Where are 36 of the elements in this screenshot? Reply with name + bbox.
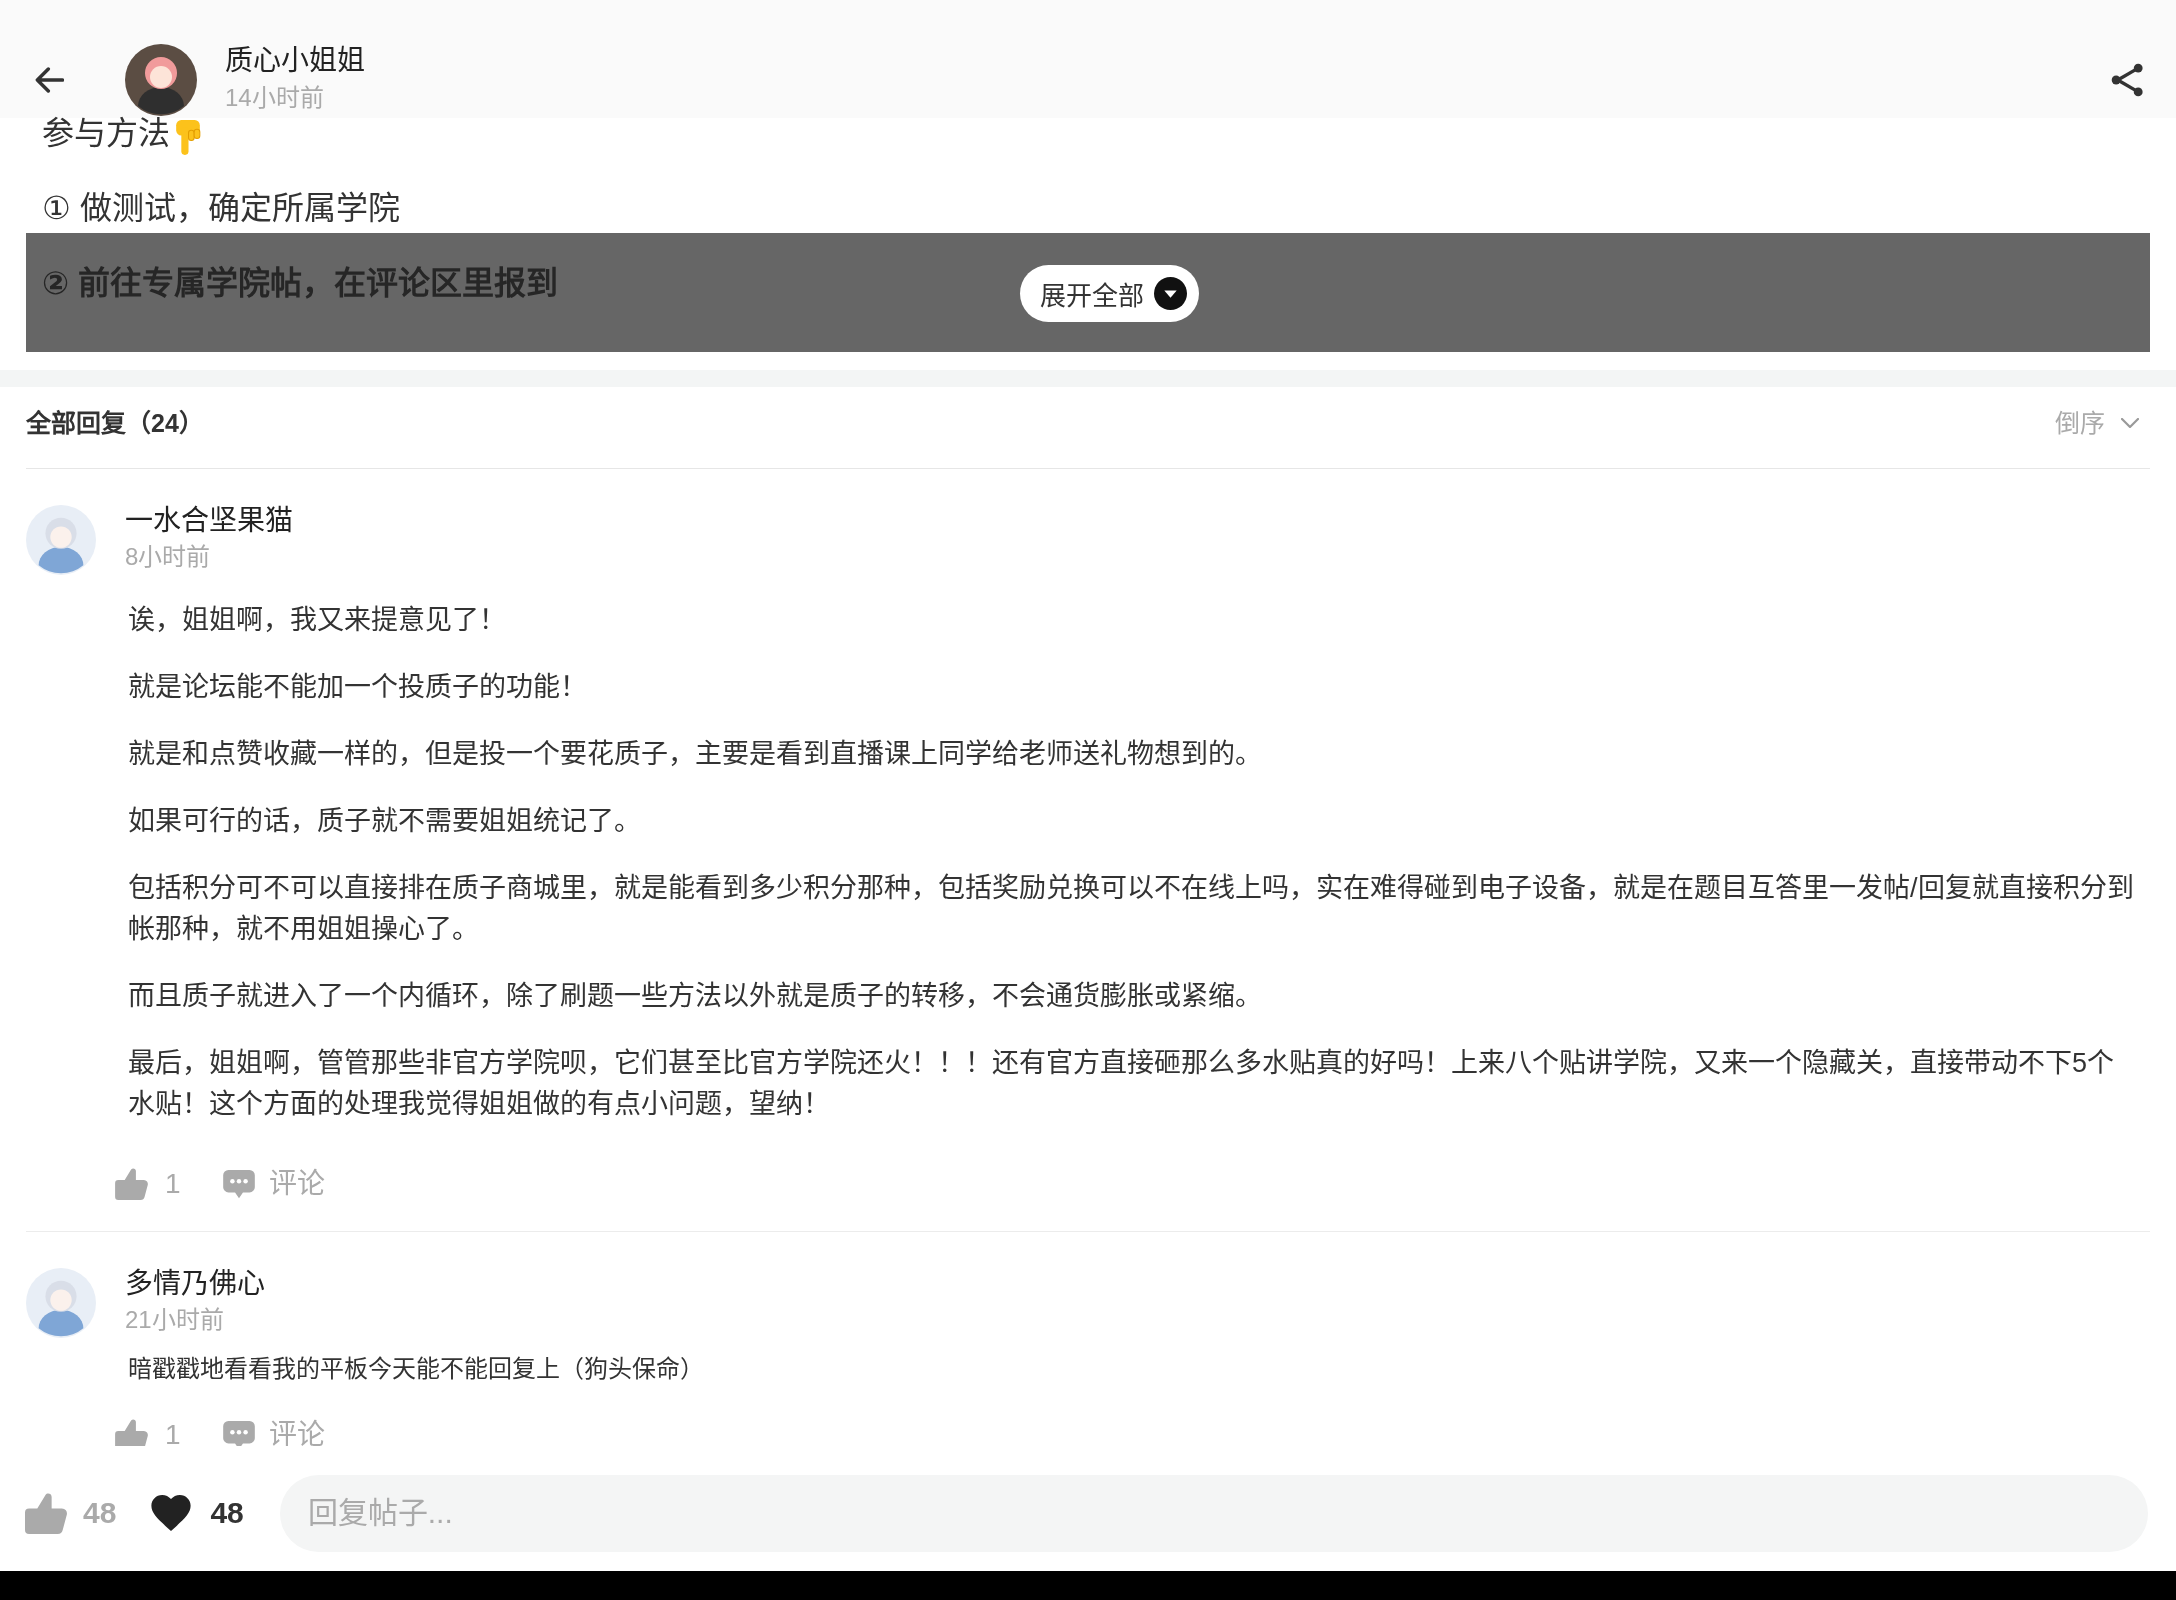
favorite-button[interactable]: 48 [151, 1495, 244, 1531]
comment-paragraph: 如果可行的话，质子就不需要姐姐统记了。 [128, 805, 641, 838]
comment-paragraph: 而且质子就进入了一个内循环，除了刷题一些方法以外就是质子的转移，不会通货膨胀或紧缩。 [128, 980, 1262, 1013]
chevron-down-icon [2121, 418, 2139, 428]
thumbs-up-icon [115, 1419, 148, 1446]
reply-input[interactable]: 回复帖子... [279, 1474, 2148, 1552]
post-step-text: ① 做测试，确定所属学院 [42, 189, 400, 228]
comment-paragraph: 就是和点赞收藏一样的，但是投一个要花质子，主要是看到直播课上同学给老师送礼物想到的。 [128, 738, 1262, 771]
post-time: 14小时前 [225, 83, 324, 113]
comment-paragraph: 暗戳戳地看看我的平板今天能不能回复上（狗头保命） [128, 1354, 704, 1384]
speech-bubble-icon [222, 1420, 255, 1446]
commenter-name[interactable]: 多情乃佛心 [125, 1267, 265, 1301]
replies-title: 全部回复（24） [26, 408, 204, 439]
comment-paragraph: 包括积分可不可以直接排在质子商城里，就是能看到多少积分那种，包括奖励兑换可以不在线上吗，实在难得碰到电子设备，就是在题目互答里一发帖/回复就直接积分到帐那种，就不用姐姐操心了。 [128, 872, 2135, 946]
comment-paragraph: 诶，姐姐啊，我又来提意见了！ [128, 604, 506, 637]
share-icon[interactable] [2111, 63, 2145, 97]
post-step-text: ② 前往专属学院帖，在评论区里报到 [42, 264, 558, 303]
caret-down-icon [1154, 277, 1188, 310]
speech-bubble-icon [222, 1169, 255, 1199]
post-heading: 参与方法 [42, 116, 170, 150]
back-arrow-icon[interactable] [35, 67, 64, 93]
thumbs-up-icon [115, 1168, 148, 1200]
commenter-name[interactable]: 一水合坚果猫 [125, 504, 293, 538]
pointing-down-hand-icon [174, 120, 202, 156]
comment-paragraph: 就是论坛能不能加一个投质子的功能！ [128, 671, 587, 704]
comment-time: 21小时前 [125, 1305, 224, 1335]
author-avatar[interactable] [125, 44, 197, 116]
comment-paragraph: 最后，姐姐啊，管管那些非官方学院呗，它们甚至比官方学院还火！！！还有官方直接砸那么多水贴真的好吗！上来八个贴讲学院，又来一个隐藏关，直接带动不下5个水贴！这个方面的处理我觉得姐姐做的有点小问题，望纳！ [128, 1047, 2116, 1121]
comment-time: 8小时前 [125, 542, 211, 572]
sort-order-button[interactable]: 倒序 [2055, 405, 2139, 441]
like-button[interactable]: 1 [115, 1168, 181, 1200]
like-button[interactable]: 1 [115, 1419, 181, 1446]
like-button[interactable]: 48 [25, 1492, 117, 1534]
expand-all-button[interactable]: 展开全部 [1020, 265, 1200, 322]
author-name[interactable]: 质心小姐姐 [225, 44, 365, 78]
comment-button[interactable]: 评论 [222, 1169, 325, 1199]
